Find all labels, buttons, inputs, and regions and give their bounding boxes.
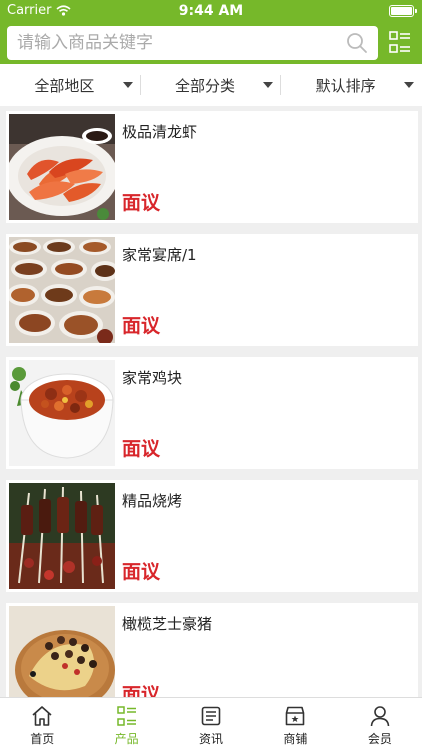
category-menu-icon[interactable] — [388, 30, 412, 54]
caret-down-icon — [404, 82, 415, 88]
product-item[interactable]: 家常鸡块 面议 — [6, 357, 418, 469]
tab-shop[interactable]: 商铺 — [253, 698, 337, 750]
filter-bar: 全部地区 全部分类 默认排序 — [0, 64, 422, 106]
app-header: Carrier 9:44 AM — [0, 0, 422, 64]
product-thumbnail-barbecue[interactable] — [9, 483, 115, 589]
bottom-tab-bar: 首页 产品 资讯 商铺 会员 — [0, 697, 422, 750]
filter-region-label: 全部地区 — [34, 76, 95, 95]
product-thumbnail-chicken[interactable] — [9, 360, 115, 466]
battery-icon — [389, 5, 417, 17]
search-input[interactable] — [17, 26, 337, 60]
product-thumbnail-shrimp[interactable] — [9, 114, 115, 220]
tab-shop-label: 商铺 — [283, 732, 308, 746]
tab-news-label: 资讯 — [199, 732, 224, 746]
tab-products[interactable]: 产品 — [84, 698, 168, 750]
product-title[interactable]: 家常鸡块 — [122, 367, 182, 388]
product-price: 面议 — [122, 315, 161, 337]
search-icon[interactable] — [346, 32, 368, 54]
status-bar: Carrier 9:44 AM — [0, 0, 422, 22]
product-title[interactable]: 精品烧烤 — [122, 490, 182, 511]
tab-products-label: 产品 — [114, 732, 139, 746]
search-bar[interactable] — [7, 26, 378, 60]
product-price: 面议 — [122, 438, 161, 460]
tab-member-label: 会员 — [367, 732, 392, 746]
tab-home[interactable]: 首页 — [0, 698, 84, 750]
news-icon — [201, 706, 221, 726]
product-item[interactable]: 家常宴席/1 面议 — [6, 234, 418, 346]
product-price: 面议 — [122, 561, 161, 583]
product-thumbnail-olive-cheese[interactable] — [9, 606, 115, 697]
filter-sort-label: 默认排序 — [315, 76, 376, 95]
filter-category-label: 全部分类 — [175, 76, 236, 95]
product-list[interactable]: 极品清龙虾 面议 家常宴席/1 面议 家常鸡块 面议 精品烧烤 面议 橄榄芝士豪… — [0, 106, 422, 697]
filter-region-dropdown[interactable]: 全部地区 — [0, 64, 141, 106]
product-title[interactable]: 家常宴席/1 — [122, 244, 197, 265]
tab-home-label: 首页 — [30, 732, 55, 746]
tab-member[interactable]: 会员 — [338, 698, 422, 750]
home-icon — [32, 706, 52, 726]
user-icon — [370, 706, 390, 727]
product-price: 面议 — [122, 192, 161, 214]
filter-category-dropdown[interactable]: 全部分类 — [141, 64, 282, 106]
product-item[interactable]: 极品清龙虾 面议 — [6, 111, 418, 223]
product-price: 面议 — [122, 684, 161, 697]
product-item[interactable]: 橄榄芝士豪猪 面议 — [6, 603, 418, 697]
grid-list-icon — [116, 706, 136, 726]
filter-sort-dropdown[interactable]: 默认排序 — [281, 64, 422, 106]
product-title[interactable]: 橄榄芝士豪猪 — [122, 613, 212, 634]
caret-down-icon — [122, 82, 133, 88]
status-time: 9:44 AM — [178, 3, 244, 19]
shop-icon — [286, 706, 305, 726]
product-thumbnail-banquet[interactable] — [9, 237, 115, 343]
product-title[interactable]: 极品清龙虾 — [122, 121, 197, 142]
tab-news[interactable]: 资讯 — [169, 698, 253, 750]
product-item[interactable]: 精品烧烤 面议 — [6, 480, 418, 592]
caret-down-icon — [263, 82, 274, 88]
